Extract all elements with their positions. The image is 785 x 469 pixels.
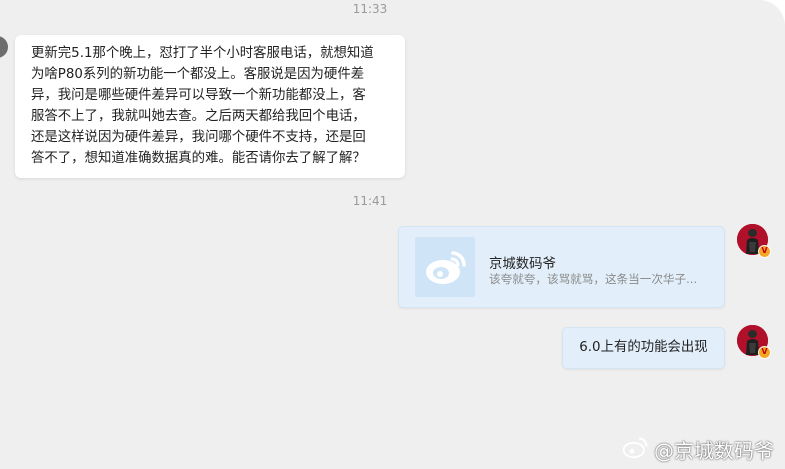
shared-weibo-card[interactable]: 京城数码爷 该夸就夸，该骂就骂，这条当一次华子... [398, 226, 725, 308]
watermark: @京城数码爷 [620, 434, 774, 464]
weibo-logo-icon [415, 237, 475, 297]
card-title: 京城数码爷 [489, 257, 556, 272]
outgoing-message-bubble[interactable]: 6.0上有的功能会出现 [562, 327, 725, 369]
contact-avatar[interactable] [0, 36, 8, 58]
card-subtitle: 该夸就夸，该骂就骂，这条当一次华子... [489, 272, 698, 286]
user-avatar[interactable]: V [737, 325, 771, 359]
message-timestamp: 11:33 [352, 2, 388, 16]
incoming-message-bubble[interactable]: 更新完5.1那个晚上，怼打了半个小时客服电话，就想知道 为啥P80系列的新功能一… [15, 35, 405, 178]
verified-badge-icon: V [758, 346, 771, 359]
verified-badge-icon: V [758, 245, 771, 258]
user-avatar[interactable]: V [737, 224, 771, 258]
watermark-text: @京城数码爷 [654, 438, 774, 463]
weibo-logo-icon [620, 435, 650, 464]
message-timestamp: 11:41 [352, 194, 388, 208]
chat-panel: 11:33 更新完5.1那个晚上，怼打了半个小时客服电话，就想知道 为啥P80系… [0, 0, 785, 469]
